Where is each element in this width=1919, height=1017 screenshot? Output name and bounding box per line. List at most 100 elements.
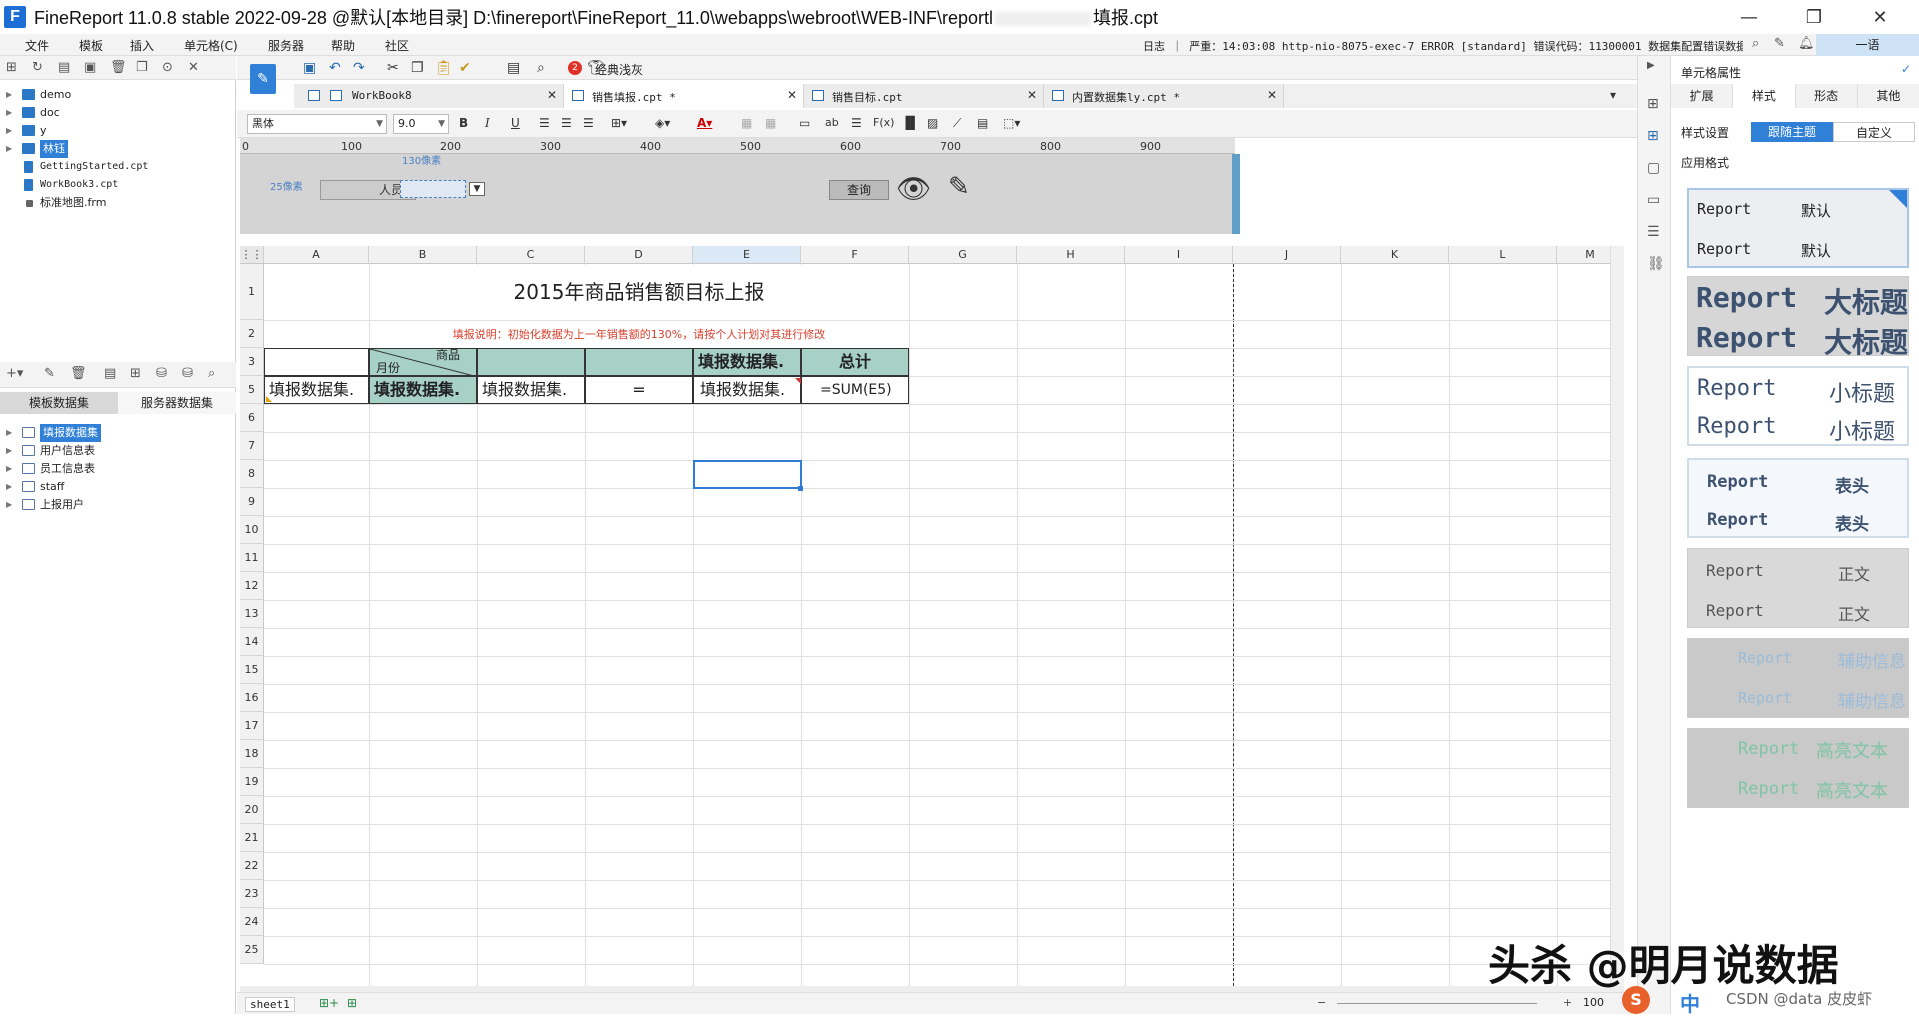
column-header[interactable]: J <box>1233 246 1341 264</box>
expand-icon[interactable]: ▶ <box>6 104 12 122</box>
insert-row-icon[interactable]: ▭ <box>799 116 810 130</box>
dataset-item[interactable]: ▶ 填报数据集 <box>0 424 236 442</box>
lock-icon[interactable]: ▣ <box>84 60 96 75</box>
style-highlight[interactable]: Report 高亮文本 Report 高亮文本 <box>1687 728 1909 808</box>
close-tab-icon[interactable]: ✕ <box>787 88 797 102</box>
close-button[interactable]: ✕ <box>1852 0 1908 34</box>
rich-text-icon[interactable]: ☰ <box>851 116 862 130</box>
template-side-button[interactable]: ✎ <box>250 64 276 94</box>
row-header[interactable]: 22 <box>240 852 264 880</box>
fill-color-icon[interactable]: ◈▾ <box>655 116 670 130</box>
add-dataset-icon[interactable]: +▾ <box>6 366 23 381</box>
column-header[interactable]: G <box>909 246 1017 264</box>
column-header[interactable]: F <box>801 246 909 264</box>
float-element-icon[interactable]: ▢ <box>1647 160 1660 176</box>
tree-item-gettingstarted[interactable]: GettingStarted.cpt <box>0 158 236 176</box>
style-subtitle[interactable]: Report 小标题 Report 小标题 <box>1687 366 1909 446</box>
save-icon[interactable]: ▣ <box>303 60 316 76</box>
format-painter-icon[interactable]: ✔ <box>459 60 471 76</box>
minimize-button[interactable]: — <box>1721 0 1777 34</box>
cell-attribute-icon[interactable]: ⊞ <box>1647 128 1659 144</box>
row-header[interactable]: 15 <box>240 656 264 684</box>
delete-dataset-icon[interactable]: 🗑︎ <box>70 366 87 381</box>
bold-icon[interactable]: B <box>459 116 468 130</box>
row-header[interactable]: 9 <box>240 488 264 516</box>
locate-icon[interactable]: ⊙ <box>162 60 173 75</box>
zoom-level[interactable]: 100 <box>1583 996 1604 1009</box>
tab-other[interactable]: 其他 <box>1857 84 1919 108</box>
menu-insert[interactable]: 插入 <box>130 37 154 54</box>
cell-a5[interactable]: 填报数据集. <box>264 376 369 404</box>
column-header[interactable]: D <box>585 246 693 264</box>
underline-icon[interactable]: U <box>511 116 520 130</box>
slash-icon[interactable]: ⟋ <box>953 116 961 131</box>
row-header[interactable]: 8 <box>240 460 264 488</box>
font-color-icon[interactable]: A▾ <box>697 116 712 130</box>
close-tab-icon[interactable]: ✕ <box>547 88 557 102</box>
hyperlink-icon[interactable]: ⛓ <box>1647 256 1665 272</box>
row-header[interactable]: 24 <box>240 908 264 936</box>
chart-icon[interactable]: ▐▌ <box>901 116 919 130</box>
search-dataset-icon[interactable]: ⌕ <box>208 366 215 381</box>
tab-sales-fill[interactable]: 销售填报.cpt * ✕ <box>564 84 804 108</box>
selected-cell-e8[interactable] <box>693 460 802 489</box>
tab-server-dataset[interactable]: 服务器数据集 <box>118 392 236 414</box>
edit-icon[interactable]: ✎ <box>1774 36 1785 51</box>
row-header[interactable]: 12 <box>240 572 264 600</box>
font-select[interactable]: 黑体 ▼ <box>247 114 387 134</box>
zoom-slider[interactable] <box>1337 1003 1537 1004</box>
row-header[interactable]: 1 <box>240 264 264 320</box>
cell-c5[interactable]: 填报数据集. <box>477 376 585 404</box>
expand-icon[interactable]: ▶ <box>6 424 12 442</box>
sub-report-icon[interactable]: ▤ <box>977 116 988 130</box>
notification-badge[interactable]: 2 <box>568 61 582 75</box>
tree-item-doc[interactable]: ▶ doc <box>0 104 236 122</box>
cell-a3[interactable] <box>264 348 369 376</box>
close-tab-icon[interactable]: ✕ <box>1027 88 1037 102</box>
menu-template[interactable]: 模板 <box>79 37 103 54</box>
cell-e5[interactable]: 填报数据集. <box>693 376 801 404</box>
dataset-item[interactable]: ▶ 员工信息表 <box>0 460 236 478</box>
menu-community[interactable]: 社区 <box>385 37 409 54</box>
tree-item-workbook3[interactable]: WorkBook3.cpt <box>0 176 236 194</box>
param-boundary[interactable] <box>1232 154 1240 234</box>
row-header[interactable]: 17 <box>240 712 264 740</box>
spreadsheet[interactable]: ⋮⋮ A B C D E F G H I J K L M 1 2 3 5 6 7… <box>240 246 1624 986</box>
row-header[interactable]: 20 <box>240 796 264 824</box>
float-icon[interactable]: ⬚▾ <box>1003 116 1020 130</box>
tab-builtin-dataset[interactable]: 内置数据集ly.cpt * ✕ <box>1044 84 1284 108</box>
align-center-icon[interactable]: ☰ <box>561 116 572 130</box>
menu-server[interactable]: 服务器 <box>268 37 304 54</box>
split-icon[interactable]: ▦ <box>765 116 776 130</box>
tab-menu-icon[interactable]: ▾ <box>1610 88 1616 102</box>
report-title-cell[interactable]: 2015年商品销售额目标上报 <box>370 265 908 320</box>
column-header[interactable]: H <box>1017 246 1125 264</box>
row-header[interactable]: 25 <box>240 936 264 964</box>
pin-icon[interactable]: ✓ <box>1901 62 1911 76</box>
collapse-right-icon[interactable]: ▶ <box>1647 60 1655 71</box>
person-input[interactable] <box>400 180 466 198</box>
pencil-icon[interactable]: ✎ <box>948 172 970 202</box>
add-sheet-icon[interactable]: ⊞+ <box>319 996 339 1010</box>
align-left-icon[interactable]: ☰ <box>539 116 550 130</box>
formula-icon[interactable]: F(x) <box>873 116 894 129</box>
row-header[interactable]: 11 <box>240 544 264 572</box>
db2-icon[interactable]: ⛁ <box>182 366 193 381</box>
dataset-item[interactable]: ▶ 用户信息表 <box>0 442 236 460</box>
expand-icon[interactable]: ▶ <box>6 140 12 158</box>
column-header[interactable]: I <box>1125 246 1233 264</box>
dataset-item[interactable]: ▶ 上报用户 <box>0 496 236 514</box>
row-header[interactable]: 16 <box>240 684 264 712</box>
tree-item-linyu[interactable]: ▶ 林钰 <box>0 140 236 158</box>
fill-note-cell[interactable]: 填报说明：初始化数据为上一年销售额的130%，请按个人计划对其进行修改 <box>370 321 908 348</box>
text-icon[interactable]: ab <box>825 116 839 129</box>
cut-icon[interactable]: ✂ <box>387 60 399 76</box>
cell-b5[interactable]: 填报数据集. <box>369 376 477 404</box>
ime-mode[interactable]: 中 <box>1680 988 1700 1017</box>
preview-icon[interactable]: ▤ <box>104 366 116 381</box>
expand-icon[interactable]: ▶ <box>6 86 12 104</box>
restore-button[interactable]: ❐ <box>1786 0 1842 34</box>
tab-form[interactable]: 形态 <box>1795 84 1858 108</box>
tree-item-demo[interactable]: ▶ demo <box>0 86 236 104</box>
expand-icon[interactable]: ▶ <box>6 122 12 140</box>
